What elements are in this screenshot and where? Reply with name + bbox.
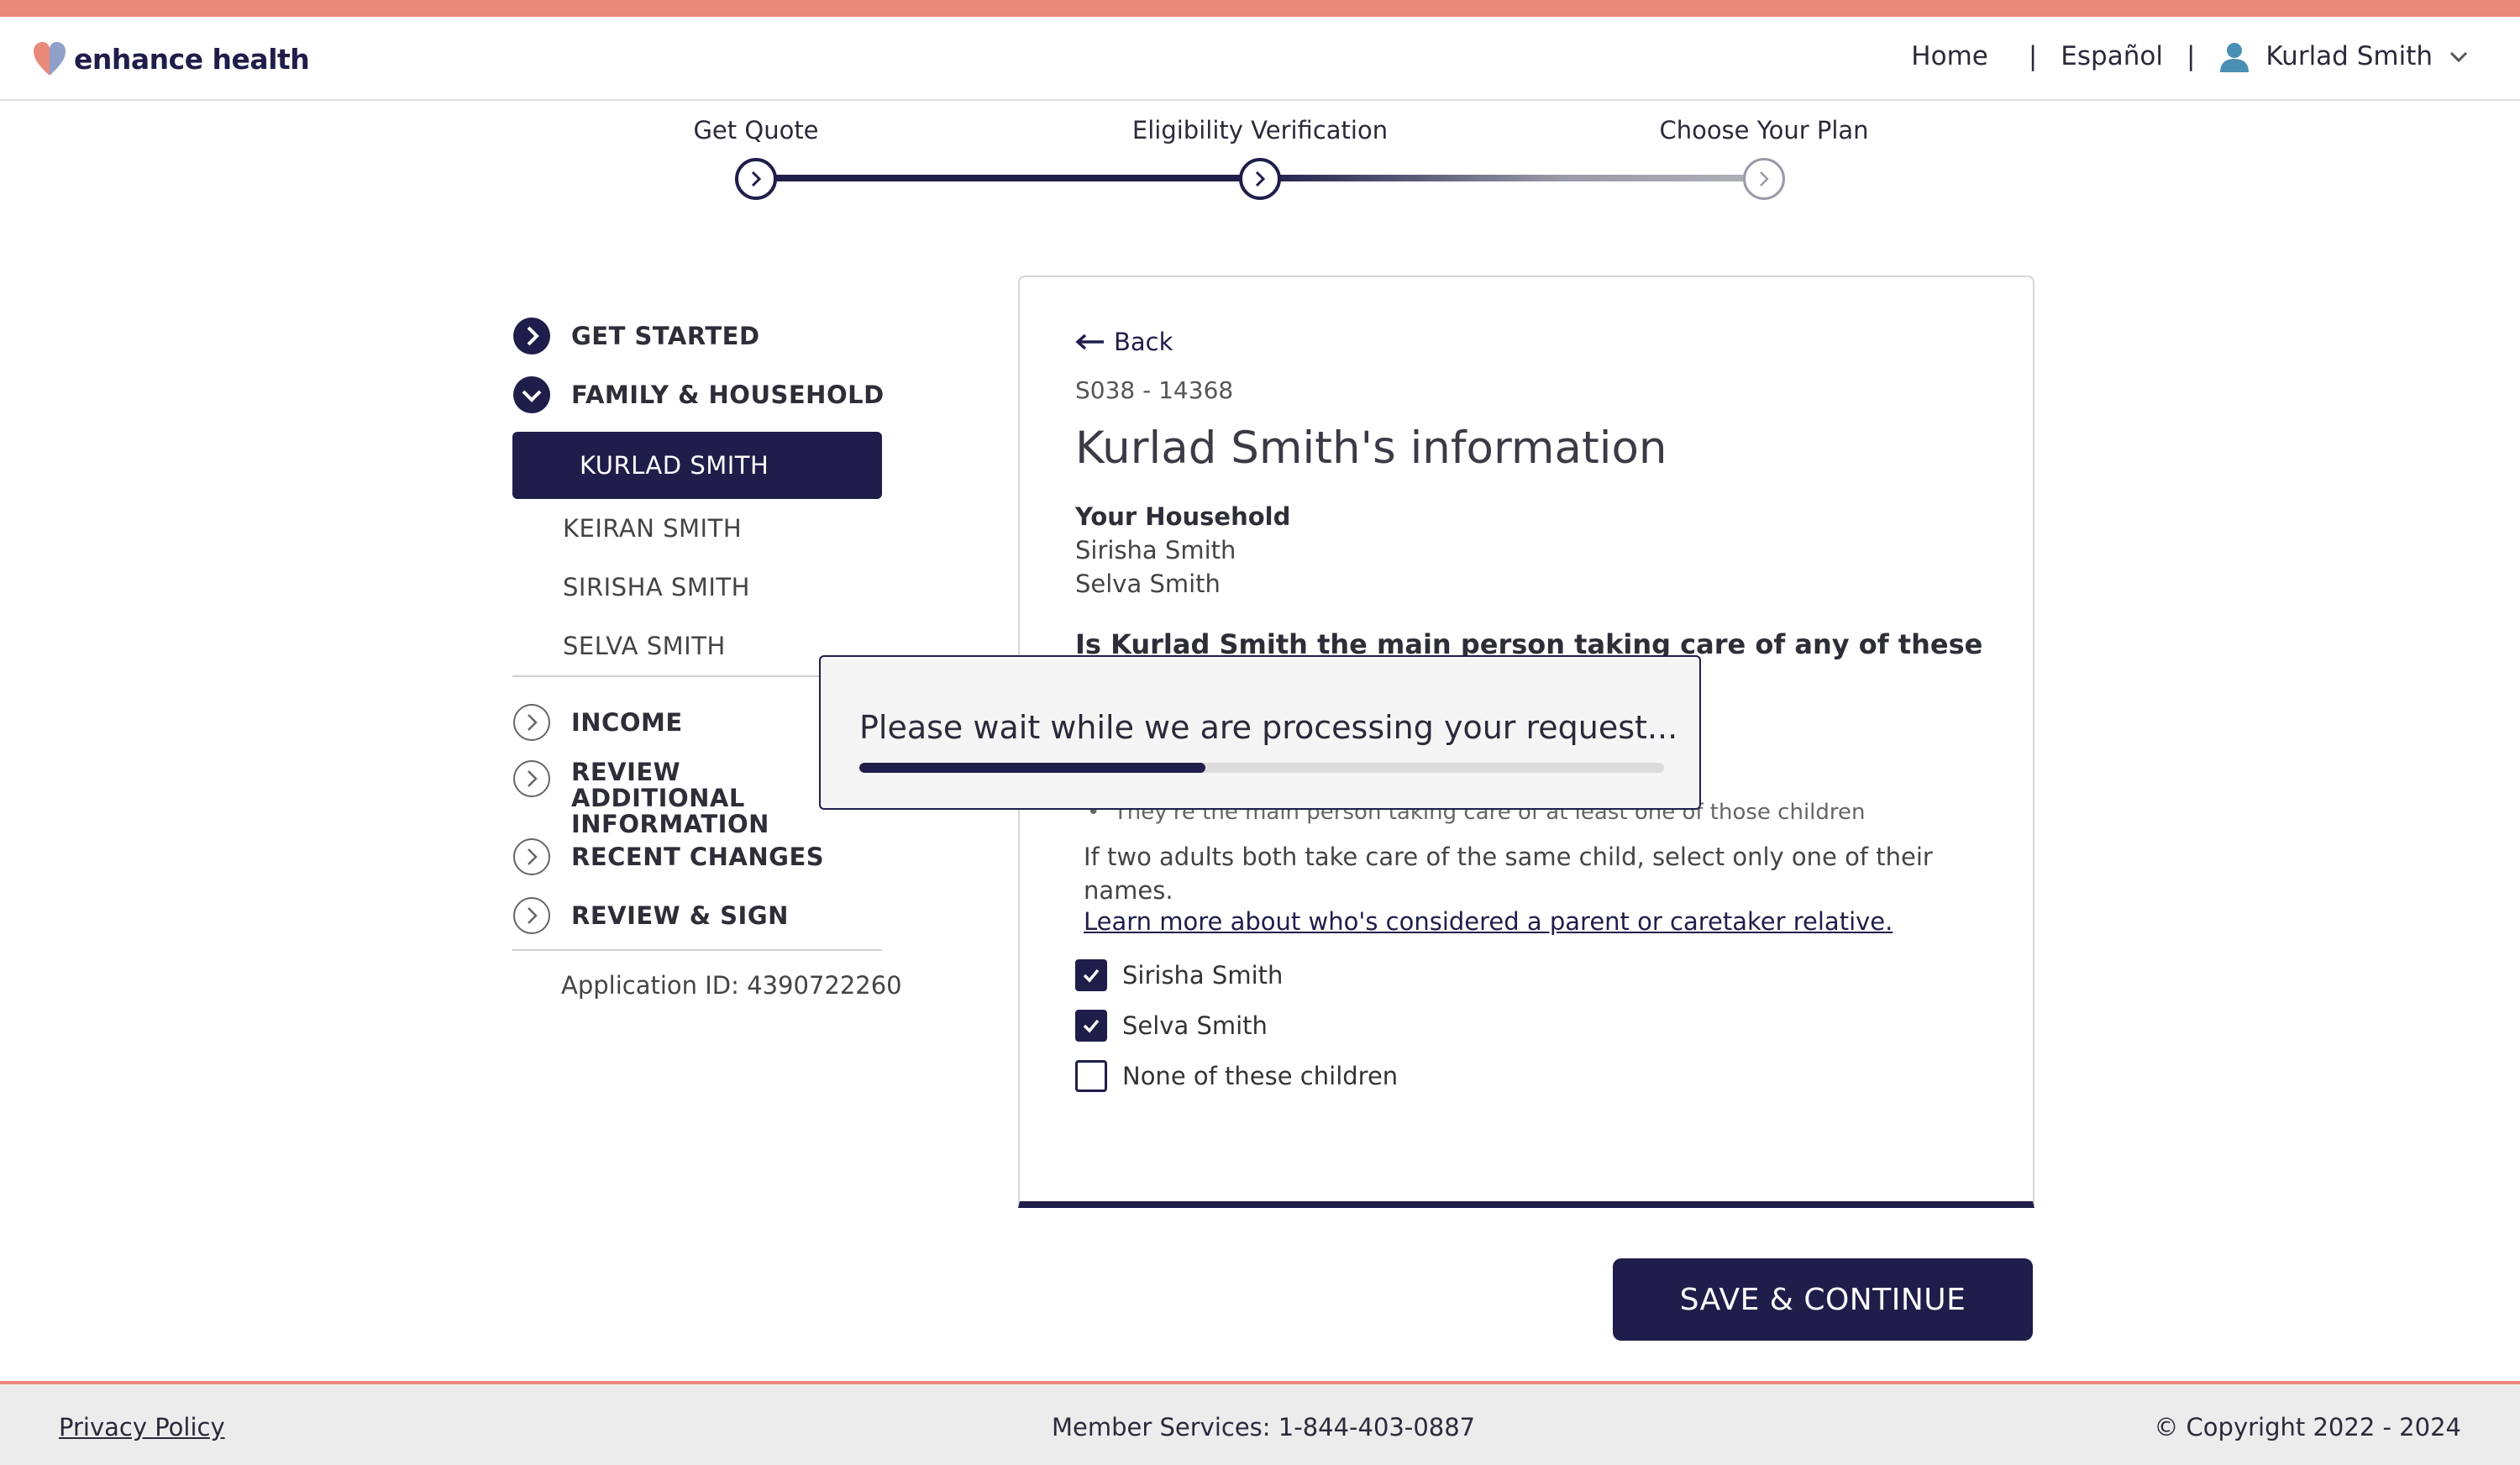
household-member: Sirisha Smith [1075, 536, 1236, 564]
chevron-right-circle-icon [513, 897, 550, 934]
privacy-policy-link[interactable]: Privacy Policy [59, 1413, 225, 1441]
step-connector-upcoming [1260, 175, 1764, 181]
back-label: Back [1114, 328, 1173, 356]
option-sirisha-smith[interactable]: Sirisha Smith [1075, 959, 1283, 991]
household-label: Your Household [1075, 502, 1291, 531]
chevron-right-circle-icon [513, 704, 550, 741]
step-circle-get-quote[interactable] [735, 158, 777, 200]
info-text: If two adults both take care of the same… [1084, 843, 1933, 905]
chevron-right-icon [1255, 171, 1266, 187]
user-menu[interactable]: Kurlad Smith [2218, 40, 2470, 72]
progress-bar [859, 763, 1664, 773]
nav-separator: | [2186, 41, 2196, 71]
option-label: Selva Smith [1122, 1011, 1268, 1040]
chevron-right-circle-icon [513, 318, 550, 354]
option-label: Sirisha Smith [1122, 961, 1284, 990]
sidebar-member-keiran-smith[interactable]: KEIRAN SMITH [512, 499, 907, 558]
heart-logo-icon [34, 42, 66, 76]
step-circle-eligibility[interactable] [1239, 158, 1281, 200]
site-footer: Privacy Policy Member Services: 1-844-40… [0, 1381, 2520, 1465]
checkbox[interactable] [1075, 1010, 1107, 1042]
save-continue-button[interactable]: SAVE & CONTINUE [1613, 1258, 2033, 1341]
logo[interactable]: enhance health [32, 40, 310, 77]
home-link[interactable]: Home [1911, 41, 1988, 71]
application-id: Application ID: 4390722260 [561, 971, 902, 1000]
processing-message: Please wait while we are processing your… [859, 709, 1678, 746]
chevron-right-icon [1760, 171, 1769, 186]
arrow-left-icon [1075, 333, 1104, 350]
site-header: enhance health Home | Español | Kurlad S… [0, 17, 2520, 101]
sidebar-item-label: RECENT CHANGES [571, 843, 825, 871]
chevron-down-icon [2449, 51, 2468, 63]
chevron-down-circle-icon [513, 376, 550, 413]
processing-dialog: Please wait while we are processing your… [819, 655, 1701, 810]
sidebar-member-kurlad-smith[interactable]: KURLAD SMITH [512, 432, 882, 499]
step-label-get-quote: Get Quote [693, 116, 819, 144]
sidebar-item-get-started[interactable]: GET STARTED [512, 311, 907, 361]
checkbox[interactable] [1075, 959, 1107, 991]
progress-bar-fill [859, 763, 1205, 773]
sidebar-item-label: REVIEW ADDITIONAL INFORMATION [571, 758, 769, 838]
sidebar-member-sirisha-smith[interactable]: SIRISHA SMITH [512, 558, 907, 617]
chevron-right-icon [751, 171, 762, 187]
nav-separator: | [2028, 41, 2038, 71]
option-selva-smith[interactable]: Selva Smith [1075, 1010, 1268, 1042]
sidebar-item-review-sign[interactable]: REVIEW & SIGN [512, 890, 907, 941]
household-member: Selva Smith [1075, 570, 1221, 598]
step-label-eligibility: Eligibility Verification [1131, 116, 1389, 144]
learn-more-link[interactable]: Learn more about who's considered a pare… [1084, 907, 1893, 936]
sidebar-item-label: INCOME [571, 708, 683, 737]
back-link[interactable]: Back [1075, 328, 1999, 356]
sidebar-item-label: REVIEW & SIGN [571, 901, 789, 930]
option-none-of-these[interactable]: None of these children [1075, 1060, 1398, 1092]
member-services: Member Services: 1-844-403-0887 [1052, 1413, 1476, 1441]
sidebar-item-recent-changes[interactable]: RECENT CHANGES [512, 832, 907, 882]
progress-stepper: Get Quote Eligibility Verification Choos… [689, 109, 1869, 210]
option-label: None of these children [1122, 1062, 1399, 1090]
sidebar-divider [512, 949, 882, 951]
user-name: Kurlad Smith [2265, 41, 2433, 71]
case-id: S038 - 14368 [1075, 376, 1234, 404]
checkmark-icon [1083, 969, 1100, 983]
chevron-right-circle-icon [513, 838, 550, 875]
sidebar-item-label: GET STARTED [571, 322, 760, 350]
copyright: © Copyright 2022 - 2024 [2154, 1413, 2461, 1441]
chevron-right-circle-icon [513, 760, 550, 797]
sidebar-item-label: FAMILY & HOUSEHOLD [571, 381, 885, 409]
checkbox[interactable] [1075, 1060, 1107, 1092]
page-title: Kurlad Smith's information [1075, 423, 1667, 474]
checkmark-icon [1083, 1019, 1100, 1033]
brand-name: enhance health [74, 42, 310, 76]
language-link[interactable]: Español [2061, 41, 2163, 71]
step-circle-choose-plan[interactable] [1743, 158, 1785, 200]
top-accent-bar [0, 0, 2520, 17]
top-nav: Home | Español | Kurlad Smith [1911, 40, 2470, 72]
step-label-choose-plan: Choose Your Plan [1659, 116, 1869, 144]
sidebar-item-family-household[interactable]: FAMILY & HOUSEHOLD [512, 370, 907, 420]
step-connector-complete [756, 175, 1260, 181]
user-icon [2220, 43, 2250, 72]
